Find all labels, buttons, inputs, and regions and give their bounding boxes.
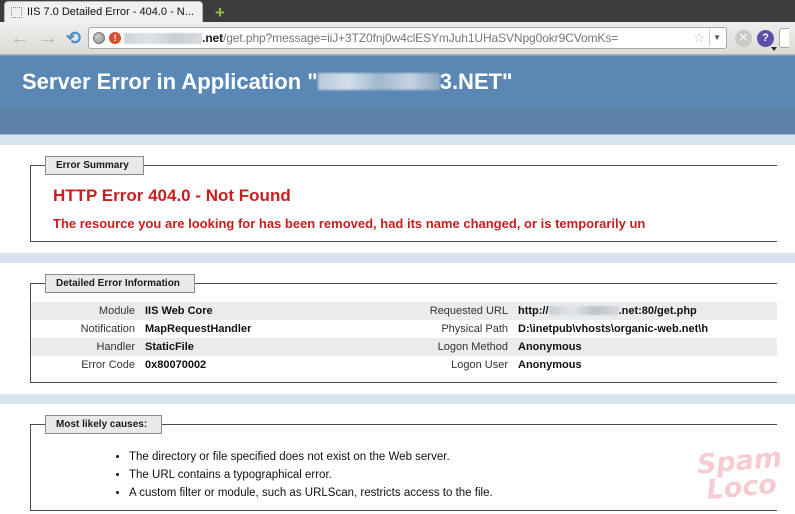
table-row: Logon Method Anonymous	[404, 338, 777, 356]
redacted-app-name	[317, 73, 440, 90]
detail-value: 0x80070002	[141, 356, 404, 374]
detail-value: MapRequestHandler	[141, 320, 404, 338]
detail-label: Logon Method	[404, 338, 514, 356]
detail-label: Physical Path	[404, 320, 514, 338]
banner-title-prefix: Server Error in Application "	[22, 69, 318, 94]
help-icon[interactable]: ?	[757, 29, 777, 51]
detail-label: Notification	[31, 320, 141, 338]
table-row: Module IIS Web Core	[31, 302, 404, 320]
detail-value-prefix: http://	[518, 305, 549, 317]
detail-value-suffix: .net:80/get.php	[618, 305, 697, 317]
table-row: Requested URL http:// .net:80/get.php	[404, 302, 777, 320]
error-summary-legend: Error Summary	[45, 156, 144, 175]
url-domain-suffix: .net	[202, 31, 224, 45]
security-warning-icon[interactable]: !	[109, 32, 122, 44]
url-text: .net/get.php?message=iiJ+3TZ0fnj0w4clESY…	[202, 31, 691, 45]
banner-strip	[0, 108, 795, 135]
redacted-domain-block	[548, 306, 619, 315]
detail-label: Handler	[31, 338, 141, 356]
navigation-toolbar: ← → ⟳ ! .net/get.php?message=iiJ+3TZ0fnj…	[0, 22, 795, 55]
url-path: /get.php?message=iiJ+3TZ0fnj0w4clESYmJuh…	[223, 31, 619, 45]
table-row: Logon User Anonymous	[404, 356, 777, 374]
detailed-error-panel: Detailed Error Information Module IIS We…	[0, 263, 795, 394]
browser-chrome: IIS 7.0 Detailed Error - 404.0 - N... + …	[0, 0, 795, 55]
error-code-heading: HTTP Error 404.0 - Not Found	[53, 186, 291, 205]
detail-value: StaticFile	[141, 338, 404, 356]
most-likely-causes-box: Most likely causes: The directory or fil…	[30, 415, 777, 512]
detail-label: Logon User	[404, 356, 514, 374]
url-input[interactable]: ! .net/get.php?message=iiJ+3TZ0fnj0w4clE…	[88, 27, 727, 49]
detail-value: Anonymous	[514, 338, 777, 356]
detail-label: Error Code	[31, 356, 141, 374]
bookmark-star-icon[interactable]: ☆	[691, 30, 707, 46]
most-likely-causes-legend: Most likely causes:	[45, 415, 163, 434]
list-item: The directory or file specified does not…	[129, 449, 777, 467]
page-body: Error Summary HTTP Error 404.0 - Not Fou…	[0, 135, 795, 513]
detail-label: Module	[31, 302, 141, 320]
table-row: Notification MapRequestHandler	[31, 320, 404, 338]
tab-title: IIS 7.0 Detailed Error - 404.0 - N...	[27, 6, 194, 18]
back-arrow-icon[interactable]: ←	[10, 28, 30, 48]
detail-value: D:\inetpub\vhosts\organic-web.net\h	[514, 320, 777, 338]
detailed-error-legend: Detailed Error Information	[45, 274, 195, 293]
most-likely-causes-panel: Most likely causes: The directory or fil…	[0, 404, 795, 513]
chevron-down-icon[interactable]: ▼	[709, 30, 724, 46]
detail-table-right: Requested URL http:// .net:80/get.php Phy…	[404, 302, 777, 374]
banner-title-suffix: 3.NET"	[439, 69, 513, 94]
detail-table-left: Module IIS Web Core Notification MapRequ…	[31, 302, 404, 374]
new-tab-button[interactable]: +	[206, 2, 233, 22]
section-spacer-bottom	[0, 394, 795, 404]
section-spacer-top	[0, 135, 795, 145]
redacted-domain-block	[124, 32, 203, 44]
list-item: The URL contains a typographical error.	[129, 467, 777, 485]
browser-tab-active[interactable]: IIS 7.0 Detailed Error - 404.0 - N...	[4, 1, 203, 22]
detail-value: Anonymous	[514, 356, 777, 374]
globe-icon	[93, 32, 106, 44]
error-description: The resource you are looking for has bee…	[53, 216, 646, 231]
page-content: Server Error in Application " 3.NET" Erro…	[0, 55, 795, 513]
tab-strip: IIS 7.0 Detailed Error - 404.0 - N... +	[0, 0, 795, 22]
table-row: Physical Path D:\inetpub\vhosts\organic-…	[404, 320, 777, 338]
page-favicon-icon	[11, 6, 22, 18]
forward-arrow-icon[interactable]: →	[38, 28, 58, 48]
toolbar-overflow-edge[interactable]	[779, 28, 789, 48]
error-summary-box: Error Summary HTTP Error 404.0 - Not Fou…	[30, 156, 777, 242]
table-row: Error Code 0x80070002	[31, 356, 404, 374]
detail-label: Requested URL	[404, 302, 514, 320]
detail-value: IIS Web Core	[141, 302, 404, 320]
server-error-banner: Server Error in Application " 3.NET"	[0, 55, 795, 108]
detailed-error-columns: Module IIS Web Core Notification MapRequ…	[31, 302, 777, 374]
section-spacer-middle	[0, 253, 795, 263]
table-row: Handler StaticFile	[31, 338, 404, 356]
causes-list: The directory or file specified does not…	[31, 449, 777, 502]
reload-icon[interactable]: ⟳	[66, 28, 81, 48]
stop-loading-icon[interactable]: ✕	[735, 29, 752, 47]
error-summary-panel: Error Summary HTTP Error 404.0 - Not Fou…	[0, 145, 795, 253]
detail-value: http:// .net:80/get.php	[514, 302, 777, 320]
list-item: A custom filter or module, such as URLSc…	[129, 485, 777, 503]
detailed-error-box: Detailed Error Information Module IIS We…	[30, 274, 777, 383]
